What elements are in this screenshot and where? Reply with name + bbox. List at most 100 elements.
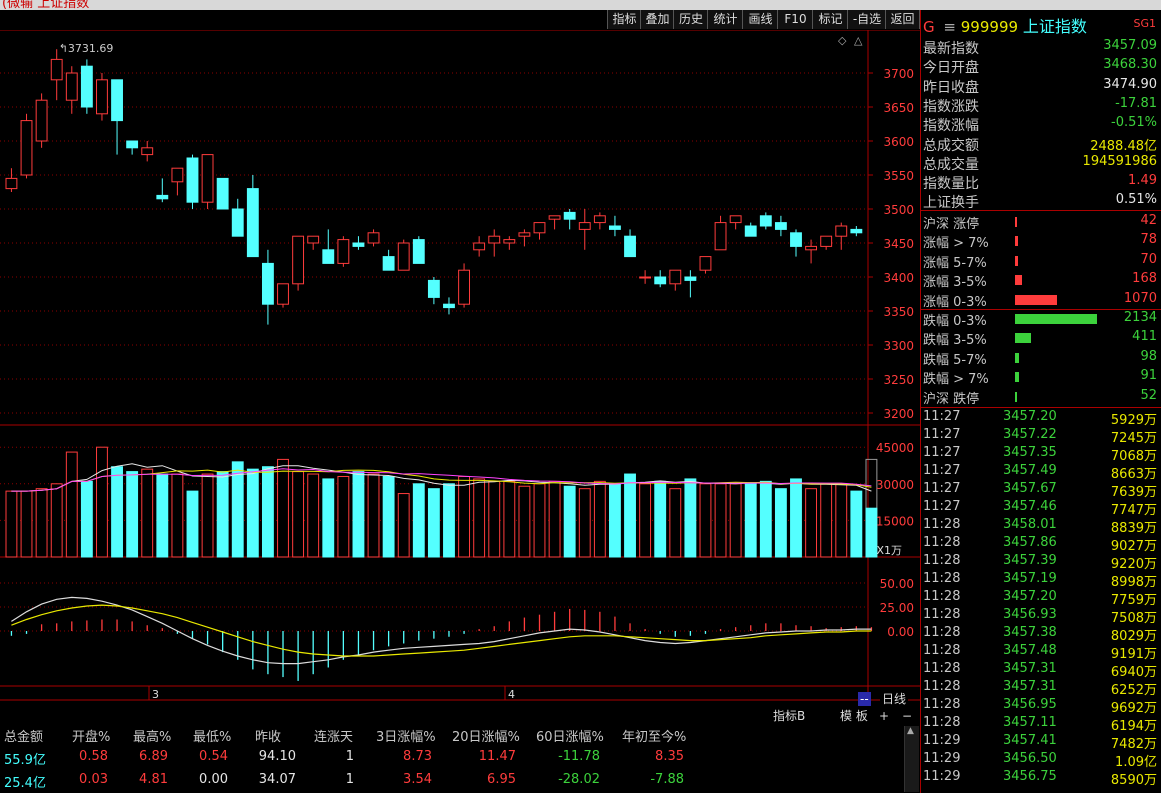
distribution-row: 沪深 涨停 42 xyxy=(921,213,1157,232)
volume-bar xyxy=(835,483,848,558)
column-header[interactable]: 开盘% xyxy=(72,726,110,745)
tick-time: 11:28 xyxy=(923,535,961,550)
column-header[interactable]: 总金额 xyxy=(4,726,43,745)
toolbar-button[interactable]: 标记 xyxy=(812,10,849,29)
table-cell: 55.9亿 xyxy=(4,753,46,768)
volume-bar xyxy=(443,483,455,558)
distribution-row: 跌幅 > 7% 91 xyxy=(921,368,1157,388)
zoom-out-button[interactable]: − xyxy=(900,709,915,723)
distribution-bar xyxy=(1015,294,1057,305)
column-header[interactable]: 20日涨幅% xyxy=(452,726,520,745)
candle-body xyxy=(261,262,274,305)
chart-axes: 3700 3650 3600 3550 3500 3450 3400 3350 3300 3250… xyxy=(148,34,914,701)
volume-series xyxy=(5,446,878,558)
tick-row: 11:29 3456.50 1.09亿 xyxy=(921,751,1157,770)
tick-volume: 9692万 xyxy=(1110,701,1157,716)
volume-bar xyxy=(518,485,531,558)
volume-bar xyxy=(156,473,169,558)
toolbar-button[interactable]: 画线 xyxy=(742,10,779,29)
candle-body xyxy=(790,232,802,247)
candle-body xyxy=(533,222,546,234)
table-cell: 11.47 xyxy=(478,749,516,764)
candle-body xyxy=(277,283,289,305)
candle-body xyxy=(35,99,48,142)
tick-row: 11:28 3457.20 7759万 xyxy=(921,589,1157,608)
distribution-label: 沪深 涨停 xyxy=(923,217,980,232)
table-cell: 4.81 xyxy=(139,772,168,787)
tick-row: 11:28 3457.19 8998万 xyxy=(921,571,1157,590)
quote-name: 上证指数 xyxy=(1022,17,1087,36)
candle-body xyxy=(292,235,305,285)
distribution-value: 78 xyxy=(1140,232,1157,248)
tick-volume: 9191万 xyxy=(1110,647,1157,662)
quote-sidebar: G ≡ 999999 上证指数 SG1 最新指数 3457.09 今日开盘 3468.… xyxy=(920,10,1161,793)
candle-body xyxy=(669,269,682,285)
tick-volume: 1.09亿 xyxy=(1115,755,1157,770)
kline-chart[interactable]: ↰3731.69 3700 3650 3600 3550 3500 3450 3400 335… xyxy=(0,30,920,720)
toolbar-button[interactable]: 返回 xyxy=(885,10,920,29)
distribution-value: 168 xyxy=(1132,271,1157,287)
distribution-label: 涨幅 > 7% xyxy=(923,236,989,252)
toolbar-button[interactable]: F10 xyxy=(777,10,814,29)
distribution-value: 1070 xyxy=(1123,290,1157,306)
volume-bar xyxy=(548,480,561,558)
volume-bar xyxy=(654,480,667,558)
volume-ma5-line xyxy=(11,463,872,492)
quote-label: 指数涨幅 xyxy=(923,118,979,135)
price-tick-label: 3700 xyxy=(883,67,914,81)
distribution-label: 跌幅 5-7% xyxy=(923,352,987,368)
table-cell: -28.02 xyxy=(558,772,600,787)
volume-bar xyxy=(624,473,636,558)
collapse-button[interactable]: -- xyxy=(858,692,871,706)
tick-row: 11:28 3457.86 9027万 xyxy=(921,535,1157,554)
distribution-value: 42 xyxy=(1140,213,1157,228)
column-header[interactable]: 最高% xyxy=(133,726,171,745)
tick-price: 3457.20 xyxy=(1003,589,1057,604)
tick-row: 11:28 3457.31 6252万 xyxy=(921,679,1157,698)
tick-time: 11:28 xyxy=(923,715,961,730)
column-header[interactable]: 60日涨幅% xyxy=(536,726,604,745)
zoom-in-button[interactable]: + xyxy=(877,709,892,723)
column-header[interactable]: 连涨天 xyxy=(314,726,353,745)
column-header[interactable]: 最低% xyxy=(193,726,231,745)
candle-body xyxy=(427,279,440,298)
column-header[interactable]: 3日涨幅% xyxy=(376,726,436,745)
tick-price: 3457.86 xyxy=(1003,535,1057,550)
tick-time: 11:27 xyxy=(923,463,961,478)
toolbar-button[interactable]: 指标 xyxy=(607,10,642,29)
toolbar-button[interactable]: 历史 xyxy=(673,10,709,29)
x-axis-label: 4 xyxy=(508,688,515,701)
tick-price: 3457.46 xyxy=(1003,499,1057,514)
distribution-row: 涨幅 > 7% 78 xyxy=(921,232,1157,252)
toolbar-button[interactable]: 统计 xyxy=(707,10,744,29)
macd-tick-label: 25.00 xyxy=(880,601,914,615)
column-header[interactable]: 年初至今% xyxy=(622,726,686,745)
candle-body xyxy=(699,256,712,271)
distribution-bar xyxy=(1015,372,1019,383)
tick-price: 3456.50 xyxy=(1003,751,1057,766)
toolbar-button[interactable]: 叠加 xyxy=(640,10,675,29)
price-tick-label: 3600 xyxy=(883,135,914,149)
table-scrollbar[interactable]: ▲ xyxy=(904,726,919,792)
indicator-button[interactable]: 指标B xyxy=(771,709,808,723)
candle-body xyxy=(96,79,108,115)
distribution-label: 跌幅 > 7% xyxy=(923,372,989,388)
table-cell: 0.00 xyxy=(199,772,228,787)
candle-body xyxy=(759,215,772,227)
table-cell: 25.4亿 xyxy=(4,776,46,791)
tick-price: 3457.20 xyxy=(1003,409,1057,424)
column-header[interactable]: 昨收 xyxy=(255,726,281,745)
table-cell: 0.03 xyxy=(79,772,108,787)
candle-body xyxy=(609,225,621,230)
candle-body xyxy=(412,239,425,264)
volume-bar xyxy=(790,478,802,558)
toolbar-button[interactable]: -自选 xyxy=(847,10,887,29)
tick-price: 3457.31 xyxy=(1003,679,1057,694)
scroll-up-icon[interactable]: ▲ xyxy=(907,726,914,736)
candle-body xyxy=(246,188,259,258)
volume-bar xyxy=(261,466,274,558)
day-line-button[interactable]: 日线 xyxy=(880,692,909,706)
template-button[interactable]: 模 板 xyxy=(838,709,870,723)
distribution-value: 70 xyxy=(1140,251,1157,267)
menu-icon[interactable]: ≡ xyxy=(943,18,956,36)
